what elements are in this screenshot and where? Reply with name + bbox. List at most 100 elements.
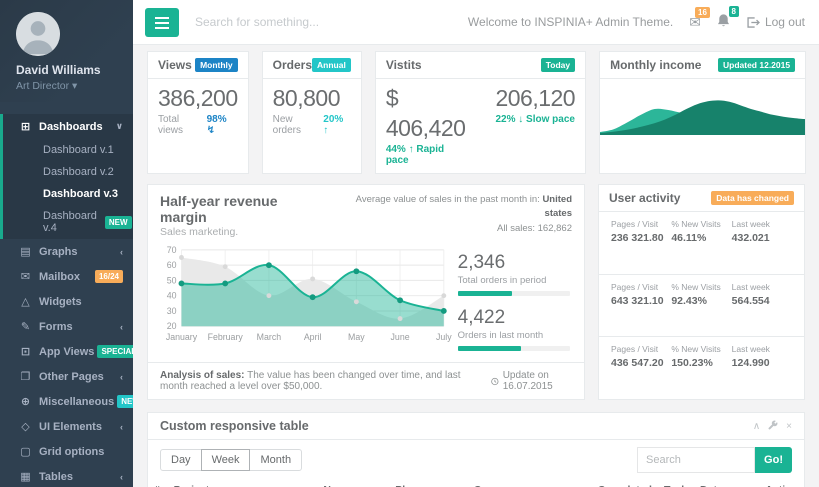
col-header-action[interactable]: Action: [759, 479, 804, 487]
sidebar-item-forms[interactable]: ✎Forms‹: [0, 314, 133, 339]
chevron-left-icon: ‹: [120, 472, 123, 482]
notifications-button[interactable]: 8: [717, 13, 730, 31]
col-header-task[interactable]: Task: [658, 479, 694, 487]
laptop-icon: ▢: [18, 445, 33, 458]
sidebar-item-label: Tables: [39, 471, 117, 483]
chevron-left-icon: ‹: [120, 372, 123, 382]
sidebar-item-dashboard-v-2[interactable]: Dashboard v.2: [3, 161, 133, 183]
user-role-dropdown[interactable]: Art Director ▾: [16, 80, 133, 92]
tab-month[interactable]: Month: [249, 449, 302, 471]
col-header-project[interactable]: Project: [168, 479, 318, 487]
col-header-completed[interactable]: Completed: [592, 479, 658, 487]
ua-column-label: Pages / Visit: [611, 344, 671, 354]
sidebar-badge: NEW: [105, 216, 132, 229]
svg-text:April: April: [304, 332, 322, 342]
sidebar-item-label: App Views: [39, 346, 94, 358]
close-icon[interactable]: ×: [786, 421, 792, 432]
orders-title: Orders: [273, 58, 312, 72]
logout-button[interactable]: Log out: [746, 15, 805, 29]
sidebar-subitem-label: Dashboard v.4: [43, 210, 97, 234]
sidebar-badge: NEW: [117, 395, 133, 408]
revenue-subtitle: Sales marketing.: [160, 226, 327, 238]
topbar-search-input[interactable]: [195, 15, 468, 29]
progress-bar: [458, 346, 570, 351]
visits-pct-2: 22%: [495, 114, 515, 125]
ua-column-label: % New Visits: [671, 344, 731, 354]
svg-text:January: January: [166, 332, 198, 342]
search-go-button[interactable]: Go!: [755, 447, 792, 473]
sidebar-item-tables[interactable]: ▦ Tables‹: [0, 464, 133, 487]
ua-value: 564.554: [732, 295, 792, 307]
views-sub-label: Total views: [158, 114, 207, 136]
svg-text:60: 60: [167, 260, 177, 270]
custom-table-panel: Custom responsive table ∧ × DayWeekMonth…: [147, 412, 805, 487]
sidebar-section-grid-options: ▢Grid options: [0, 439, 133, 464]
visits-pct-1: 44%: [386, 144, 406, 155]
svg-text:March: March: [257, 332, 282, 342]
sidebar-item-mailbox[interactable]: ✉Mailbox16/24: [0, 264, 133, 289]
ua-value: 432.021: [732, 232, 792, 244]
tab-day[interactable]: Day: [160, 449, 202, 471]
ua-value: 124.990: [732, 357, 792, 369]
kpi-value: 4,422: [458, 307, 570, 329]
sidebar-item-dashboard-v-3[interactable]: Dashboard v.3: [3, 183, 133, 205]
ua-column-label: Last week: [732, 282, 792, 292]
sidebar-item-dashboard-v-1[interactable]: Dashboard v.1: [3, 139, 133, 161]
user-activity-panel: User activity Data has changed Pages / V…: [598, 184, 805, 400]
diamond-icon: ◇: [18, 420, 33, 433]
messages-count-badge: 16: [695, 7, 710, 18]
menu-toggle-button[interactable]: [145, 8, 179, 37]
avatar-silhouette-icon: [16, 12, 60, 56]
avatar[interactable]: [16, 12, 60, 56]
col-header-num[interactable]: #: [148, 479, 168, 487]
tab-week[interactable]: Week: [201, 449, 251, 471]
user-name: David Williams: [16, 63, 133, 77]
chevron-left-icon: ‹: [120, 322, 123, 332]
sidebar-item-app-views[interactable]: ⊡App ViewsSPECIAL: [0, 339, 133, 364]
kpi-label: Orders in last month: [458, 330, 570, 341]
sidebar: David Williams Art Director ▾ ⊞Dashboard…: [0, 0, 133, 487]
svg-text:February: February: [208, 332, 244, 342]
sidebar-item-ui-elements[interactable]: ◇UI Elements‹: [0, 414, 133, 439]
table-panel-title: Custom responsive table: [160, 419, 309, 433]
sidebar-item-label: Miscellaneous: [39, 396, 114, 408]
svg-text:July: July: [436, 332, 452, 342]
table-search-input[interactable]: [637, 447, 755, 473]
ua-value: 92.43%: [671, 295, 731, 307]
sidebar-item-grid-options[interactable]: ▢Grid options: [0, 439, 133, 464]
collapse-icon[interactable]: ∧: [753, 421, 760, 432]
ua-value: 46.11%: [671, 232, 731, 244]
desktop-icon: ⊡: [18, 345, 33, 358]
visits-value-2: 206,120: [495, 83, 575, 113]
orders-stat-box: Orders Annual 80,800 New orders 20% ↑: [262, 51, 362, 174]
col-header-name[interactable]: Name: [317, 479, 389, 487]
sidebar-item-miscellaneous[interactable]: ⊕MiscellaneousNEW: [0, 389, 133, 414]
table-icon: ▦: [18, 470, 33, 483]
today-badge: Today: [541, 58, 575, 72]
col-header-phone[interactable]: Phone: [389, 479, 467, 487]
wrench-icon[interactable]: [768, 420, 778, 433]
update-date: Update on 16.07.2015: [503, 370, 572, 392]
sidebar-item-dashboard-v-4[interactable]: Dashboard v.4 NEW: [3, 205, 133, 239]
sidebar-subitem-label: Dashboard v.3: [43, 188, 118, 200]
kpi-orders-last-month: 4,422 Orders in last month: [458, 307, 570, 351]
col-header-date[interactable]: Date: [694, 479, 759, 487]
col-header-company[interactable]: Company: [468, 479, 592, 487]
sidebar-item-label: UI Elements: [39, 421, 117, 433]
bar-chart-icon: ▤: [18, 245, 33, 258]
sidebar-item-widgets[interactable]: △Widgets: [0, 289, 133, 314]
sidebar-item-graphs[interactable]: ▤Graphs‹: [0, 239, 133, 264]
welcome-text: Welcome to INSPINIA+ Admin Theme.: [468, 15, 673, 29]
sidebar-item-dashboards[interactable]: ⊞Dashboards∨: [3, 114, 133, 139]
analysis-label: Analysis of sales:: [160, 370, 244, 381]
views-value: 386,200: [158, 83, 238, 113]
kpi-value: 2,346: [458, 252, 570, 274]
sidebar-section-widgets: △Widgets: [0, 289, 133, 314]
chevron-left-icon: ‹: [120, 247, 123, 257]
views-stat-box: Views Monthly 386,200 Total views 98% ↯: [147, 51, 249, 174]
messages-button[interactable]: ✉ 16: [689, 14, 701, 31]
user-activity-row: Pages / Visit643 321.10% New Visits92.43…: [599, 275, 804, 338]
user-activity-row: Pages / Visit436 547.20% New Visits150.2…: [599, 337, 804, 399]
caret-down-icon: ▾: [72, 80, 77, 92]
sidebar-item-other-pages[interactable]: ❐Other Pages‹: [0, 364, 133, 389]
